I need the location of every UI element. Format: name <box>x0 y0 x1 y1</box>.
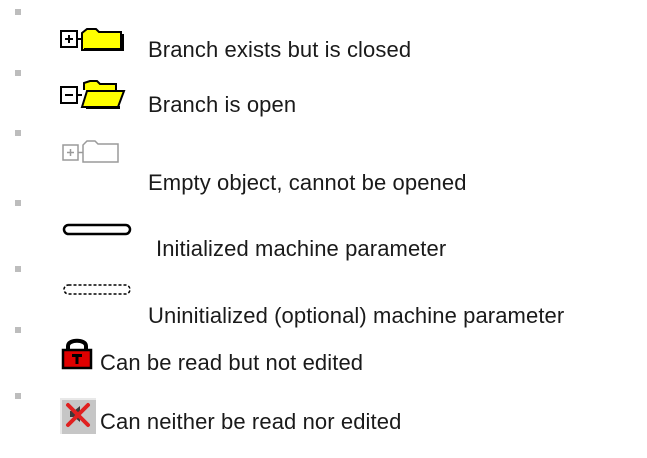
legend-item-label: Uninitialized (optional) machine paramet… <box>148 303 565 328</box>
legend-item-label: Can neither be read nor edited <box>100 409 402 434</box>
bullet <box>15 70 21 76</box>
legend-item-label: Initialized machine parameter <box>156 236 447 261</box>
uninitialized-parameter-icon <box>63 284 131 295</box>
branch-open-folder-icon <box>60 80 126 109</box>
empty-object-folder-icon <box>62 140 119 163</box>
legend-item-label: Branch exists but is closed <box>148 37 412 62</box>
bullet <box>15 393 21 399</box>
initialized-parameter-icon <box>62 223 132 236</box>
bullet <box>15 327 21 333</box>
legend-item-label: Empty object, cannot be opened <box>148 170 467 195</box>
lock-icon <box>61 338 93 370</box>
no-access-icon <box>60 398 96 434</box>
bullet <box>15 266 21 272</box>
bullet <box>15 200 21 206</box>
bullet <box>15 130 21 136</box>
legend-item-label: Can be read but not edited <box>100 350 364 375</box>
branch-closed-folder-icon <box>60 28 124 51</box>
bullet <box>15 9 21 15</box>
legend-item-label: Branch is open <box>148 92 297 117</box>
